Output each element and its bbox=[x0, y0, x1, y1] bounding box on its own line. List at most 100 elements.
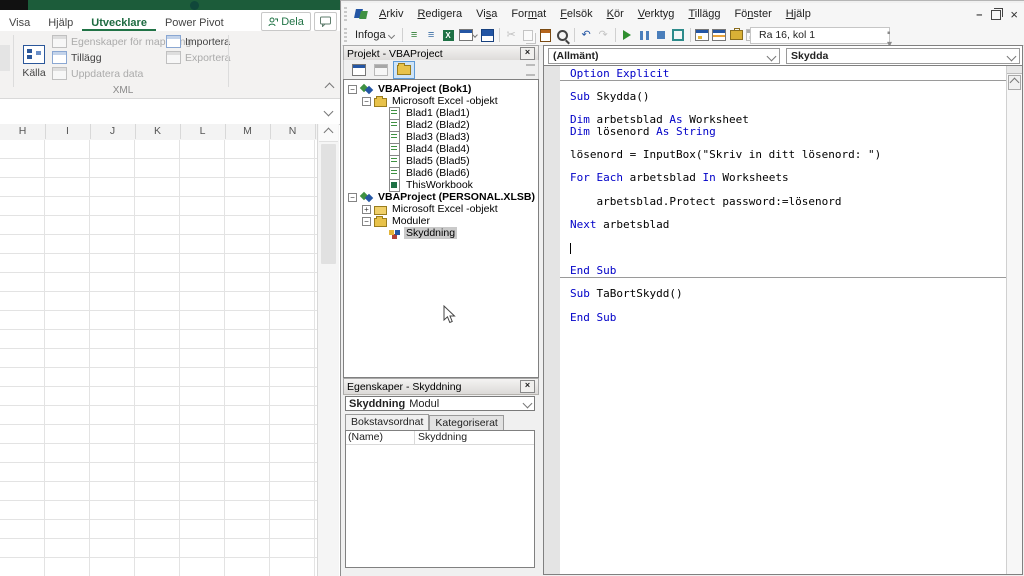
properties-panel-titlebar[interactable]: Egenskaper - Skyddning × bbox=[343, 378, 539, 395]
folder-open-icon bbox=[374, 95, 387, 107]
tab-utvecklare[interactable]: Utvecklare bbox=[82, 14, 156, 31]
tab-hj-lp[interactable]: Hjälp bbox=[39, 14, 82, 31]
column-header-i[interactable]: I bbox=[45, 124, 91, 139]
tree-item-blad3-blad3[interactable]: Blad3 (Blad3) bbox=[376, 131, 472, 143]
menu-arkiv[interactable]: Arkiv bbox=[372, 5, 410, 23]
tree-item-thisworkbook[interactable]: ThisWorkbook bbox=[376, 179, 475, 191]
panel-toolbar-gripper[interactable] bbox=[526, 64, 535, 76]
object-dropdown[interactable]: (Allmänt) bbox=[548, 48, 780, 64]
tree-item-label: Moduler bbox=[390, 215, 432, 227]
xml-source-button[interactable]: Källa bbox=[18, 34, 50, 90]
menubar-grip[interactable] bbox=[344, 7, 347, 21]
tree-item-moduler[interactable]: − Moduler bbox=[362, 215, 432, 227]
object-dropdown-value: (Allmänt) bbox=[553, 50, 599, 62]
column-header-h[interactable]: H bbox=[0, 124, 46, 139]
find-icon[interactable] bbox=[554, 27, 571, 43]
column-header-n[interactable]: N bbox=[270, 124, 316, 139]
toggle-folders-icon[interactable] bbox=[393, 61, 415, 79]
column-header-m[interactable]: M bbox=[225, 124, 271, 139]
import-icon bbox=[166, 35, 181, 48]
project-explorer-icon[interactable] bbox=[694, 27, 711, 43]
tree-item-blad1-blad1[interactable]: Blad1 (Blad1) bbox=[376, 107, 472, 119]
comment-block-icon: ≡ bbox=[428, 30, 434, 41]
minimize-button[interactable]: – bbox=[976, 9, 982, 21]
spreadsheet-grid[interactable] bbox=[0, 140, 317, 576]
menu-k-r[interactable]: Kör bbox=[600, 5, 631, 23]
properties-panel-title: Egenskaper - Skyddning bbox=[347, 381, 461, 393]
menu-hj-lp[interactable]: Hjälp bbox=[779, 5, 818, 23]
collapse-icon[interactable]: − bbox=[348, 85, 357, 94]
reset-icon[interactable] bbox=[653, 27, 670, 43]
menu-redigera[interactable]: Redigera bbox=[410, 5, 469, 23]
close-button[interactable]: × bbox=[1010, 7, 1018, 22]
save-icon[interactable] bbox=[479, 27, 496, 43]
tree-item-microsoft-excel-objekt[interactable]: −Microsoft Excel -objekt bbox=[362, 95, 500, 107]
share-button[interactable]: Dela bbox=[261, 12, 311, 31]
tree-item-vbaproject-bok1[interactable]: − VBAProject (Bok1) bbox=[348, 83, 473, 95]
tab-visa[interactable]: Visa bbox=[0, 14, 39, 31]
comment-block-icon[interactable]: ≡ bbox=[423, 27, 440, 43]
project-panel-close-button[interactable]: × bbox=[520, 47, 535, 60]
ribbon-column-2: ImporteraExportera bbox=[166, 35, 231, 64]
excel-vertical-scrollbar[interactable] bbox=[317, 124, 339, 576]
scrollbar-thumb[interactable] bbox=[321, 144, 336, 264]
properties-window-icon[interactable] bbox=[711, 27, 728, 43]
insert-userform-icon[interactable] bbox=[457, 27, 479, 43]
column-header-k[interactable]: K bbox=[135, 124, 181, 139]
procedure-dropdown[interactable]: Skydda bbox=[786, 48, 1020, 64]
tree-item-blad6-blad6[interactable]: Blad6 (Blad6) bbox=[376, 167, 472, 179]
column-header-j[interactable]: J bbox=[90, 124, 136, 139]
column-header-l[interactable]: L bbox=[180, 124, 226, 139]
comments-button[interactable] bbox=[314, 12, 337, 31]
restore-button[interactable] bbox=[991, 10, 1001, 20]
chevron-down-icon bbox=[472, 32, 478, 38]
menu-f-nster[interactable]: Fönster bbox=[727, 5, 778, 23]
design-mode-icon[interactable] bbox=[670, 27, 687, 43]
tree-item-blad2-blad2[interactable]: Blad2 (Blad2) bbox=[376, 119, 472, 131]
run-icon[interactable] bbox=[619, 27, 636, 43]
toolbox-icon[interactable] bbox=[728, 27, 745, 43]
tree-item-vbaproject-personal-xlsb[interactable]: −VBAProject (PERSONAL.XLSB) bbox=[348, 191, 537, 203]
collapse-ribbon-icon[interactable] bbox=[325, 83, 335, 93]
ribbon-item-label: Tillägg bbox=[71, 52, 102, 64]
formula-bar[interactable] bbox=[0, 98, 340, 125]
properties-object-dropdown[interactable]: Skyddning Modul bbox=[345, 396, 535, 411]
code-vertical-scrollbar[interactable] bbox=[1006, 66, 1022, 574]
insert-dropdown-button[interactable]: Infoga bbox=[350, 29, 399, 41]
menu-verktyg[interactable]: Verktyg bbox=[631, 5, 682, 23]
code-line: End Sub bbox=[570, 312, 1007, 324]
collapse-icon[interactable]: − bbox=[362, 217, 371, 226]
view-code-icon[interactable] bbox=[349, 62, 369, 78]
properties-tab-bokstavsordnat[interactable]: Bokstavsordnat bbox=[345, 414, 429, 430]
ribbon-item-importera[interactable]: Importera bbox=[166, 35, 231, 48]
tree-item-blad5-blad5[interactable]: Blad5 (Blad5) bbox=[376, 155, 472, 167]
break-icon[interactable] bbox=[636, 27, 653, 43]
tree-item-microsoft-excel-objekt[interactable]: + Microsoft Excel -objekt bbox=[362, 203, 500, 215]
expand-icon[interactable]: + bbox=[362, 205, 371, 214]
properties-tab-kategoriserat[interactable]: Kategoriserat bbox=[429, 415, 503, 430]
properties-panel-close-button[interactable]: × bbox=[520, 380, 535, 393]
scroll-up-button[interactable] bbox=[1008, 75, 1021, 90]
toolbar-grip[interactable] bbox=[344, 28, 347, 42]
scroll-up-button[interactable] bbox=[319, 124, 338, 142]
view-object-icon[interactable] bbox=[371, 62, 391, 78]
code-line: Sub Skydda() bbox=[570, 91, 1007, 103]
collapse-icon[interactable]: − bbox=[362, 97, 371, 106]
align-left-icon[interactable]: ≡ bbox=[406, 27, 423, 43]
paste-icon[interactable] bbox=[537, 27, 554, 43]
menu-format[interactable]: Format bbox=[504, 5, 553, 23]
menu-visa[interactable]: Visa bbox=[469, 5, 504, 23]
tab-power-pivot[interactable]: Power Pivot bbox=[156, 14, 233, 31]
collapse-icon[interactable]: − bbox=[348, 193, 357, 202]
tree-item-label: VBAProject (Bok1) bbox=[376, 83, 473, 95]
tree-item-skyddning[interactable]: Skyddning bbox=[376, 227, 457, 239]
code-editor[interactable]: Option ExplicitSub Skydda()Dim arbetsbla… bbox=[560, 66, 1007, 574]
splitter-handle[interactable] bbox=[1007, 66, 1022, 74]
view-excel-icon[interactable]: X bbox=[440, 27, 457, 43]
tree-item-label: Microsoft Excel -objekt bbox=[390, 203, 500, 215]
undo-icon[interactable]: ↶ bbox=[578, 27, 595, 43]
menu-till-gg[interactable]: Tillägg bbox=[681, 5, 727, 23]
tree-item-blad4-blad4[interactable]: Blad4 (Blad4) bbox=[376, 143, 472, 155]
menu-fels-k[interactable]: Felsök bbox=[553, 5, 599, 23]
property-row[interactable]: (Name) Skyddning bbox=[346, 431, 534, 445]
